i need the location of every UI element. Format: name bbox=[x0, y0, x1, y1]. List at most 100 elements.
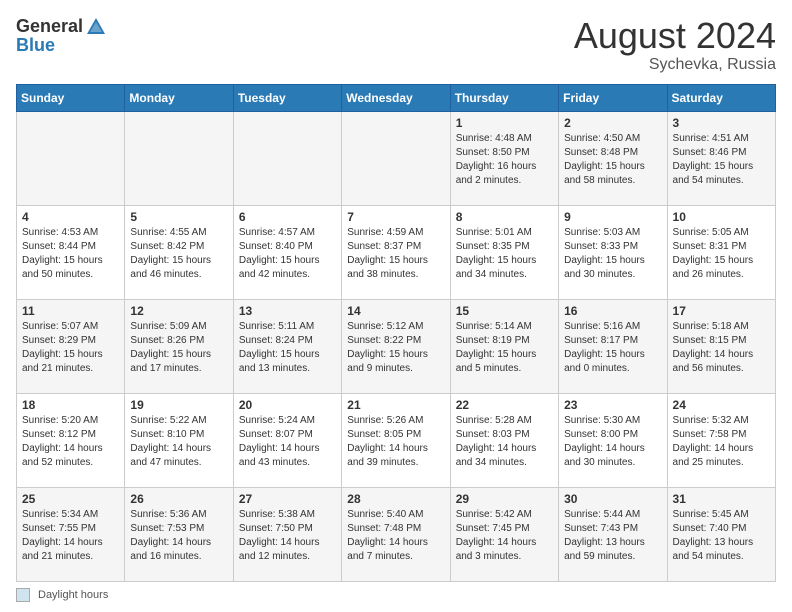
calendar-cell: 6 Sunrise: 4:57 AM Sunset: 8:40 PM Daylig… bbox=[233, 205, 341, 299]
day-of-week-header: Monday bbox=[125, 84, 233, 111]
day-number: 4 bbox=[22, 210, 119, 224]
day-number: 27 bbox=[239, 492, 336, 506]
day-number: 20 bbox=[239, 398, 336, 412]
day-info: Sunrise: 5:14 AM Sunset: 8:19 PM Dayligh… bbox=[456, 320, 553, 376]
day-number: 11 bbox=[22, 304, 119, 318]
day-number: 26 bbox=[130, 492, 227, 506]
calendar-cell: 12 Sunrise: 5:09 AM Sunset: 8:26 PM Dayli… bbox=[125, 299, 233, 393]
day-info: Sunrise: 5:28 AM Sunset: 8:03 PM Dayligh… bbox=[456, 414, 553, 470]
calendar-cell: 2 Sunrise: 4:50 AM Sunset: 8:48 PM Daylig… bbox=[559, 111, 667, 205]
calendar-cell: 27Sunrise: 5:38 AM Sunset: 7:50 PM Dayli… bbox=[233, 487, 341, 581]
calendar-cell: 7Sunrise: 4:59 AM Sunset: 8:37 PM Daylig… bbox=[342, 205, 450, 299]
day-info: Sunrise: 5:44 AM Sunset: 7:43 PM Dayligh… bbox=[564, 508, 661, 564]
day-number: 16 bbox=[564, 304, 661, 318]
day-number: 25 bbox=[22, 492, 119, 506]
day-of-week-header: Saturday bbox=[667, 84, 775, 111]
day-number: 19 bbox=[130, 398, 227, 412]
calendar-cell: 28Sunrise: 5:40 AM Sunset: 7:48 PM Dayli… bbox=[342, 487, 450, 581]
day-of-week-header: Wednesday bbox=[342, 84, 450, 111]
calendar-cell: 31Sunrise: 5:45 AM Sunset: 7:40 PM Dayli… bbox=[667, 487, 775, 581]
day-number: 3 bbox=[673, 116, 770, 130]
day-info: Sunrise: 5:03 AM Sunset: 8:33 PM Dayligh… bbox=[564, 226, 661, 282]
calendar-cell bbox=[342, 111, 450, 205]
calendar-cell: 10Sunrise: 5:05 AM Sunset: 8:31 PM Dayli… bbox=[667, 205, 775, 299]
calendar-cell bbox=[17, 111, 125, 205]
day-info: Sunrise: 5:42 AM Sunset: 7:45 PM Dayligh… bbox=[456, 508, 553, 564]
day-number: 9 bbox=[564, 210, 661, 224]
day-info: Sunrise: 4:50 AM Sunset: 8:48 PM Dayligh… bbox=[564, 132, 661, 188]
header: General Blue August 2024 Sychevka, Russi… bbox=[16, 16, 776, 74]
day-info: Sunrise: 4:57 AM Sunset: 8:40 PM Dayligh… bbox=[239, 226, 336, 282]
day-of-week-header: Thursday bbox=[450, 84, 558, 111]
calendar-cell: 8 Sunrise: 5:01 AM Sunset: 8:35 PM Daylig… bbox=[450, 205, 558, 299]
day-info: Sunrise: 5:45 AM Sunset: 7:40 PM Dayligh… bbox=[673, 508, 770, 564]
day-info: Sunrise: 5:11 AM Sunset: 8:24 PM Dayligh… bbox=[239, 320, 336, 376]
calendar-cell: 25 Sunrise: 5:34 AM Sunset: 7:55 PM Dayli… bbox=[17, 487, 125, 581]
footer: Daylight hours bbox=[16, 588, 776, 602]
calendar-cell: 16Sunrise: 5:16 AM Sunset: 8:17 PM Dayli… bbox=[559, 299, 667, 393]
daylight-label: Daylight hours bbox=[38, 589, 108, 601]
day-number: 5 bbox=[130, 210, 227, 224]
calendar-cell bbox=[125, 111, 233, 205]
calendar-cell bbox=[233, 111, 341, 205]
calendar-table: SundayMondayTuesdayWednesdayThursdayFrid… bbox=[16, 84, 776, 582]
day-number: 8 bbox=[456, 210, 553, 224]
day-number: 30 bbox=[564, 492, 661, 506]
day-number: 17 bbox=[673, 304, 770, 318]
day-number: 29 bbox=[456, 492, 553, 506]
day-info: Sunrise: 4:48 AM Sunset: 8:50 PM Dayligh… bbox=[456, 132, 553, 188]
day-info: Sunrise: 5:30 AM Sunset: 8:00 PM Dayligh… bbox=[564, 414, 661, 470]
day-info: Sunrise: 5:12 AM Sunset: 8:22 PM Dayligh… bbox=[347, 320, 444, 376]
month-title: August 2024 bbox=[574, 16, 776, 56]
calendar-week-row: 25 Sunrise: 5:34 AM Sunset: 7:55 PM Dayli… bbox=[17, 487, 776, 581]
day-number: 10 bbox=[673, 210, 770, 224]
calendar-cell: 3Sunrise: 4:51 AM Sunset: 8:46 PM Daylig… bbox=[667, 111, 775, 205]
day-number: 28 bbox=[347, 492, 444, 506]
calendar-cell: 9 Sunrise: 5:03 AM Sunset: 8:33 PM Daylig… bbox=[559, 205, 667, 299]
day-info: Sunrise: 5:07 AM Sunset: 8:29 PM Dayligh… bbox=[22, 320, 119, 376]
day-info: Sunrise: 4:59 AM Sunset: 8:37 PM Dayligh… bbox=[347, 226, 444, 282]
day-info: Sunrise: 4:55 AM Sunset: 8:42 PM Dayligh… bbox=[130, 226, 227, 282]
calendar-cell: 4 Sunrise: 4:53 AM Sunset: 8:44 PM Daylig… bbox=[17, 205, 125, 299]
day-number: 1 bbox=[456, 116, 553, 130]
logo-blue-text: Blue bbox=[16, 36, 107, 56]
calendar-week-row: 18Sunrise: 5:20 AM Sunset: 8:12 PM Dayli… bbox=[17, 393, 776, 487]
calendar-cell: 23Sunrise: 5:30 AM Sunset: 8:00 PM Dayli… bbox=[559, 393, 667, 487]
day-number: 24 bbox=[673, 398, 770, 412]
calendar-week-row: 1 Sunrise: 4:48 AM Sunset: 8:50 PM Daylig… bbox=[17, 111, 776, 205]
day-info: Sunrise: 5:26 AM Sunset: 8:05 PM Dayligh… bbox=[347, 414, 444, 470]
day-number: 14 bbox=[347, 304, 444, 318]
day-number: 21 bbox=[347, 398, 444, 412]
day-info: Sunrise: 5:01 AM Sunset: 8:35 PM Dayligh… bbox=[456, 226, 553, 282]
calendar-cell: 14 Sunrise: 5:12 AM Sunset: 8:22 PM Dayli… bbox=[342, 299, 450, 393]
calendar-week-row: 11 Sunrise: 5:07 AM Sunset: 8:29 PM Dayli… bbox=[17, 299, 776, 393]
logo-icon bbox=[85, 16, 107, 38]
calendar-cell: 15Sunrise: 5:14 AM Sunset: 8:19 PM Dayli… bbox=[450, 299, 558, 393]
daylight-box bbox=[16, 588, 30, 602]
day-info: Sunrise: 5:20 AM Sunset: 8:12 PM Dayligh… bbox=[22, 414, 119, 470]
calendar-cell: 29 Sunrise: 5:42 AM Sunset: 7:45 PM Dayli… bbox=[450, 487, 558, 581]
logo: General Blue bbox=[16, 16, 107, 56]
day-info: Sunrise: 5:22 AM Sunset: 8:10 PM Dayligh… bbox=[130, 414, 227, 470]
calendar-cell: 1 Sunrise: 4:48 AM Sunset: 8:50 PM Daylig… bbox=[450, 111, 558, 205]
page: General Blue August 2024 Sychevka, Russi… bbox=[0, 0, 792, 612]
calendar-cell: 18Sunrise: 5:20 AM Sunset: 8:12 PM Dayli… bbox=[17, 393, 125, 487]
calendar-header-row: SundayMondayTuesdayWednesdayThursdayFrid… bbox=[17, 84, 776, 111]
day-of-week-header: Friday bbox=[559, 84, 667, 111]
day-info: Sunrise: 5:34 AM Sunset: 7:55 PM Dayligh… bbox=[22, 508, 119, 564]
calendar-cell: 24 Sunrise: 5:32 AM Sunset: 7:58 PM Dayli… bbox=[667, 393, 775, 487]
location-title: Sychevka, Russia bbox=[574, 56, 776, 74]
day-info: Sunrise: 5:18 AM Sunset: 8:15 PM Dayligh… bbox=[673, 320, 770, 376]
calendar-cell: 26Sunrise: 5:36 AM Sunset: 7:53 PM Dayli… bbox=[125, 487, 233, 581]
day-number: 2 bbox=[564, 116, 661, 130]
day-info: Sunrise: 5:32 AM Sunset: 7:58 PM Dayligh… bbox=[673, 414, 770, 470]
day-info: Sunrise: 5:09 AM Sunset: 8:26 PM Dayligh… bbox=[130, 320, 227, 376]
day-number: 22 bbox=[456, 398, 553, 412]
logo-general-text: General bbox=[16, 17, 83, 37]
calendar-cell: 17 Sunrise: 5:18 AM Sunset: 8:15 PM Dayli… bbox=[667, 299, 775, 393]
calendar-cell: 21 Sunrise: 5:26 AM Sunset: 8:05 PM Dayli… bbox=[342, 393, 450, 487]
day-number: 6 bbox=[239, 210, 336, 224]
calendar-cell: 13Sunrise: 5:11 AM Sunset: 8:24 PM Dayli… bbox=[233, 299, 341, 393]
day-number: 12 bbox=[130, 304, 227, 318]
day-info: Sunrise: 4:53 AM Sunset: 8:44 PM Dayligh… bbox=[22, 226, 119, 282]
